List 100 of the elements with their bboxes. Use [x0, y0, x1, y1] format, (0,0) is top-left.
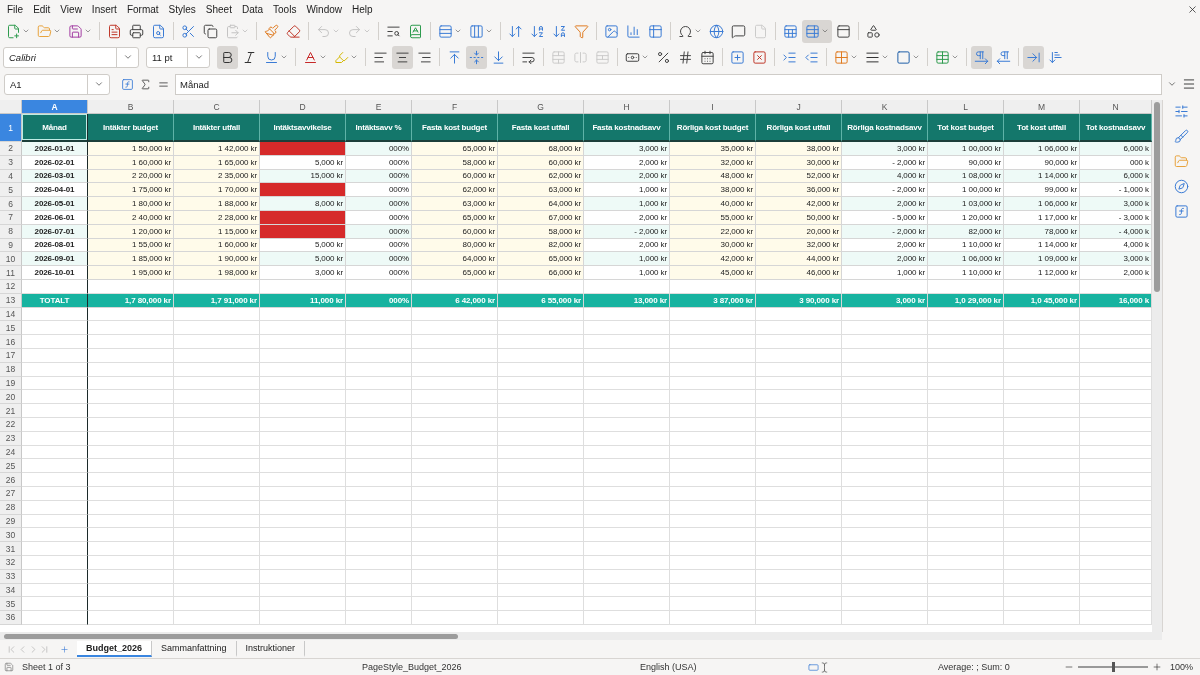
table-cell: 45,000 kr — [670, 266, 756, 280]
column-letter[interactable]: H — [584, 100, 670, 114]
table-cell: 42,000 kr — [670, 252, 756, 267]
table-cell: 1,000 kr — [584, 252, 670, 267]
menu-item[interactable]: Help — [347, 3, 378, 15]
row-number[interactable]: 11 — [0, 266, 22, 280]
column-heading: Fasta kostnadsavv — [584, 114, 670, 142]
table-cell: 000% — [346, 252, 412, 267]
row-number[interactable]: 2 — [0, 142, 22, 156]
table-cell: 44,000 kr — [756, 252, 842, 267]
table-cell: 3,000 k — [1080, 252, 1152, 267]
table-cell: 1 88,000 kr — [174, 197, 260, 211]
menu-item[interactable]: Data — [236, 3, 269, 15]
row-number[interactable]: 25 — [0, 459, 22, 474]
column-letter[interactable]: K — [842, 100, 928, 114]
column-heading: Intäkter utfall — [174, 114, 260, 142]
row-number[interactable]: 36 — [0, 611, 22, 625]
row-number[interactable]: 21 — [0, 404, 22, 418]
table-cell: 1 10,000 kr — [928, 266, 1004, 280]
table-cell: 3,000 k — [1080, 197, 1152, 211]
table-cell: 2,000 kr — [842, 252, 928, 267]
menu-item[interactable]: Format — [121, 3, 164, 15]
row-number[interactable]: 31 — [0, 542, 22, 556]
column-letter[interactable]: J — [756, 100, 842, 114]
column-letter[interactable]: F — [412, 100, 498, 114]
row-number[interactable]: 35 — [0, 597, 22, 612]
column-letter[interactable]: I — [670, 100, 756, 114]
zoom-level: 100% — [1170, 662, 1195, 672]
column-letter[interactable]: D — [260, 100, 346, 114]
table-cell: 40,000 kr — [670, 197, 756, 211]
table-cell: 2026-01-01 — [22, 142, 88, 156]
column-heading: Rörliga kost budget — [670, 114, 756, 142]
name-box[interactable]: A1 — [4, 73, 110, 95]
table-cell: 1 00,000 kr — [928, 142, 1004, 156]
row-number[interactable]: 30 — [0, 528, 22, 543]
table-cell: 64,000 kr — [412, 252, 498, 267]
row-number[interactable]: 15 — [0, 321, 22, 336]
column-letter[interactable]: M — [1004, 100, 1080, 114]
menu-item[interactable]: File — [2, 3, 29, 15]
table-cell: 8,000 kr — [260, 197, 346, 211]
table-cell: 65,000 kr — [498, 252, 584, 267]
column-letter[interactable]: N — [1080, 100, 1152, 114]
column-heading: Tot kost utfall — [1004, 114, 1080, 142]
menu-item[interactable]: Insert — [86, 3, 122, 15]
table-cell: 62,000 kr — [412, 183, 498, 198]
formula-input[interactable]: Månad — [175, 73, 1162, 95]
column-heading: Tot kost budget — [928, 114, 1004, 142]
table-cell: 1 95,000 kr — [88, 266, 174, 280]
row-number[interactable]: 10 — [0, 252, 22, 267]
column-letter[interactable]: G — [498, 100, 584, 114]
menu-item[interactable]: Edit — [28, 3, 56, 15]
font-size-field[interactable]: 11 pt — [146, 46, 210, 68]
row-number[interactable]: 26 — [0, 473, 22, 487]
table-cell: 36,000 kr — [756, 183, 842, 198]
sheet-tab[interactable]: Instruktioner — [236, 641, 306, 657]
table-cell: - 1,000 k — [1080, 183, 1152, 198]
table-cell: 1 03,000 kr — [928, 197, 1004, 211]
sheet-tab[interactable]: Budget_2026 — [77, 641, 153, 657]
menu-item[interactable]: Styles — [163, 3, 201, 15]
table-cell: 38,000 kr — [756, 142, 842, 156]
menu-item[interactable]: View — [55, 3, 87, 15]
menu-item[interactable]: Sheet — [200, 3, 237, 15]
column-heading: Fasta kost utfall — [498, 114, 584, 142]
table-cell: 5,000 kr — [260, 252, 346, 267]
column-heading: Intäkter budget — [88, 114, 174, 142]
table-cell: 000% — [346, 142, 412, 156]
table-cell: 1,000 kr — [842, 266, 928, 280]
sheet-tab[interactable]: Sammanfattning — [152, 641, 237, 657]
table-cell: 2,000 k — [1080, 266, 1152, 280]
menu-item[interactable]: Tools — [268, 3, 302, 15]
column-letter[interactable]: B — [88, 100, 174, 114]
table-cell: 1 06,000 kr — [928, 252, 1004, 267]
table-cell: 1 42,000 kr — [174, 142, 260, 156]
column-letter[interactable]: C — [174, 100, 260, 114]
row-number[interactable]: 16 — [0, 335, 22, 349]
font-name-field[interactable]: Calibri — [3, 46, 139, 68]
column-letter[interactable]: A — [22, 100, 88, 114]
column-heading: Tot kostnadsavv — [1080, 114, 1152, 142]
table-cell: 2026-05-01 — [22, 197, 88, 211]
column-letter[interactable]: L — [928, 100, 1004, 114]
page-style: PageStyle_Budget_2026 — [362, 662, 463, 672]
table-cell: 46,000 kr — [756, 266, 842, 280]
table-cell: 63,000 kr — [498, 183, 584, 198]
row-number[interactable]: 5 — [0, 183, 22, 198]
column-heading: Månad — [22, 114, 88, 142]
table-cell: 2026-04-01 — [22, 183, 88, 198]
row-number[interactable]: 6 — [0, 197, 22, 211]
table-cell: 66,000 kr — [498, 266, 584, 280]
table-cell: 000% — [346, 197, 412, 211]
column-letter[interactable]: E — [346, 100, 412, 114]
table-cell: 1 80,000 kr — [88, 197, 174, 211]
row-number[interactable]: 20 — [0, 390, 22, 405]
table-cell: 1 50,000 kr — [88, 142, 174, 156]
table-cell: - 2,000 kr — [842, 183, 928, 198]
table-cell: 1,000 kr — [584, 183, 670, 198]
menu-item[interactable]: Window — [301, 3, 347, 15]
column-heading: Rörliga kostnadsavv — [842, 114, 928, 142]
table-cell: 1 00,000 kr — [928, 183, 1004, 198]
row-number[interactable]: 1 — [0, 114, 22, 142]
table-cell: 2026-10-01 — [22, 266, 88, 280]
